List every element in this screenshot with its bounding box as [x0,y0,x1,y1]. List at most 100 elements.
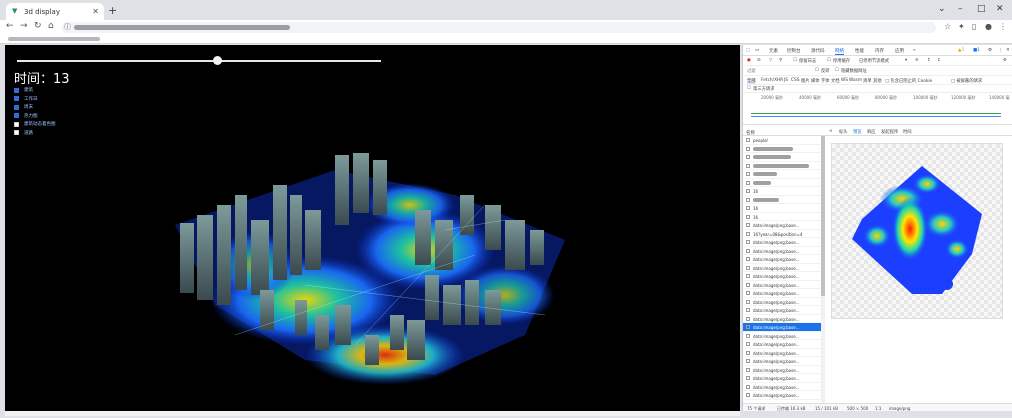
request-row[interactable]: data:image/png;base... [743,374,821,383]
profile-avatar[interactable]: ● [985,22,992,31]
menu-kebab-icon[interactable]: ⋮ [999,22,1007,31]
layer-checkbox[interactable] [14,96,19,101]
request-row[interactable]: data:image/png;base... [743,323,821,332]
request-row[interactable] [743,170,821,179]
record-icon[interactable]: ● [747,58,751,63]
search-icon[interactable]: ⚲ [779,58,782,63]
blocked-requests-toggle[interactable]: □ 被屏蔽的请求 [951,78,982,84]
type-filter-css[interactable]: CSS [791,78,799,83]
warning-badge-icon[interactable]: ▲1 [958,48,964,53]
bookmark-star-icon[interactable]: ☆ [944,22,951,31]
request-row[interactable]: data:image/png;base... [743,332,821,340]
tab-network[interactable]: 网络 [835,48,844,55]
layer-checkbox[interactable] [14,87,19,93]
layer-toggle-buildings[interactable]: 建筑 [14,86,56,94]
layer-checkbox[interactable] [14,104,19,110]
tab-timing[interactable]: 时间 [903,129,912,135]
request-row[interactable]: data:image/png;base... [743,255,821,264]
wifi-conditions-icon[interactable]: ≋ [915,58,919,63]
tab-console[interactable]: 控制台 [787,48,801,54]
close-tab-icon[interactable]: ✕ [92,7,99,16]
disable-cache-checkbox[interactable]: ☐ [827,58,831,63]
request-row[interactable] [743,162,821,170]
export-icon[interactable]: ↧ [937,58,941,63]
request-row[interactable]: 16?year=08&position=4 [743,230,821,238]
request-row[interactable]: data:image/png;base... [743,357,821,366]
request-row[interactable]: people/ [743,136,821,145]
minimize-button[interactable]: – [958,4,963,14]
scrollbar-thumb[interactable] [821,136,825,296]
tab-headers[interactable]: 标头 [839,129,848,135]
request-list-scrollbar[interactable] [821,136,825,404]
request-row[interactable]: data:image/png;base... [743,340,821,349]
tab-initiator[interactable]: 发起程序 [881,129,898,135]
network-settings-icon[interactable]: ⚙ [1003,58,1007,63]
type-filter-media[interactable]: 媒体 [811,78,820,84]
layer-toggle-weekend[interactable]: 周末 [14,103,56,111]
tab-elements[interactable]: 元素 [769,48,778,54]
tab-search-icon[interactable]: ⌄ [938,4,946,14]
devtools-inspect-icon[interactable]: ⬚ [746,48,750,53]
request-row[interactable]: 16 [743,213,821,221]
browser-tab[interactable]: ▼ 3d display ✕ [6,3,104,20]
type-filter-xhr[interactable]: Fetch/XHR [761,78,783,83]
issues-badge-icon[interactable]: ■1 [973,48,980,53]
filter-input[interactable]: 过滤 [747,68,756,74]
time-slider-track[interactable] [17,60,381,62]
request-row[interactable]: data:image/png;base... [743,238,821,247]
back-icon[interactable]: ← [6,21,14,31]
settings-gear-icon[interactable]: ⚙ [988,48,992,53]
type-filter-manifest[interactable]: 清单 [863,78,872,84]
layer-checkbox[interactable] [14,130,19,135]
reload-icon[interactable]: ↻ [34,21,42,31]
site-info-icon[interactable]: ⓘ [64,22,71,32]
type-filter-img[interactable]: 图片 [801,78,810,84]
type-filter-doc[interactable]: 文档 [831,78,840,84]
filter-icon[interactable]: ▽ [769,58,772,63]
request-row[interactable]: data:image/png;base... [743,298,821,306]
type-filter-wasm[interactable]: Wasm [849,78,862,83]
layer-checkbox[interactable] [14,121,19,127]
request-row[interactable]: data:image/png;base... [743,289,821,298]
request-list[interactable]: people/16 16 16 data:image/png;base... 16?ye… [743,136,821,404]
request-row[interactable]: data:image/png;base... [743,281,821,289]
tab-memory[interactable]: 内存 [875,48,884,54]
tab-more[interactable]: » [913,48,916,53]
request-row[interactable]: data:image/png;base... [743,306,821,315]
close-window-button[interactable]: ✕ [996,4,1004,14]
request-row[interactable]: data:image/png;base... [743,383,821,391]
preserve-log-checkbox[interactable]: ☐ [793,58,797,63]
devtools-close-icon[interactable]: ✕ [1006,48,1010,53]
extensions-icon[interactable]: ✦ [958,22,965,31]
request-row[interactable]: data:image/png;base... [743,366,821,374]
clear-icon[interactable]: ⊘ [757,58,761,63]
request-row[interactable]: data:image/png;base... [743,264,821,272]
import-icon[interactable]: ↥ [927,58,931,63]
layer-toggle-building-dynamic[interactable]: 建筑动态着色图 [14,120,56,128]
request-row[interactable]: 16 [743,187,821,196]
request-row[interactable]: data:image/png;base... [743,315,821,323]
type-filter-all[interactable]: 全部 [747,78,756,84]
type-filter-js[interactable]: JS [784,78,788,83]
request-row[interactable]: data:image/png;base... [743,272,821,281]
throttle-select[interactable]: 已停用节流模式 [859,58,889,64]
horizontal-scrollbar[interactable] [5,411,740,416]
devtools-menu-icon[interactable]: ⋮ [998,48,1003,53]
network-timeline[interactable]: 20000 毫秒 40000 毫秒 60000 毫秒 80000 毫秒 1000… [743,93,1012,125]
tab-application[interactable]: 应用 [895,48,904,54]
tab-response[interactable]: 响应 [867,129,876,135]
map-3d-viewport[interactable]: 时间：13 建筑 工作日 周末 热力图 建筑动态着色图 道路 [5,45,740,411]
bookmark-redacted[interactable] [8,37,100,41]
invert-checkbox[interactable]: ☐ [815,68,819,73]
device-toolbar-icon[interactable]: ▭ [755,48,759,53]
tab-preview[interactable]: 预览 [853,129,862,135]
type-filter-other[interactable]: 其他 [873,78,882,84]
chevron-down-icon[interactable]: ▾ [905,58,907,63]
request-row[interactable] [743,153,821,162]
third-party-checkbox[interactable]: ☐ [747,86,751,91]
new-tab-button[interactable]: + [108,4,117,17]
forward-icon[interactable]: → [20,21,28,31]
request-row[interactable]: data:image/png;base... [743,247,821,255]
tab-performance[interactable]: 性能 [855,48,864,54]
address-bar[interactable]: ⓘ [62,22,936,33]
